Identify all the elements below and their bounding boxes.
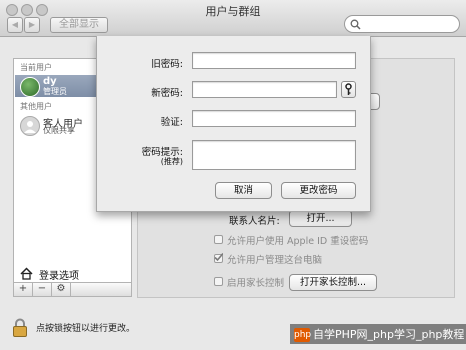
search-icon — [350, 19, 361, 30]
open-contact-card-button[interactable]: 打开... — [289, 210, 352, 227]
section-header-current-users: 当前用户 — [20, 63, 52, 72]
open-parental-controls-button[interactable]: 打开家长控制... — [289, 274, 377, 291]
user-role: 管理员 — [43, 87, 67, 96]
reset-with-appleid-label: 允许用户使用 Apple ID 重设密码 — [227, 236, 369, 247]
new-password-field[interactable] — [192, 81, 337, 98]
password-assistant-button[interactable] — [341, 81, 356, 98]
user-role: 仅限共享 — [43, 126, 75, 135]
allow-admin-label: 允许用户管理这台电脑 — [227, 255, 323, 266]
show-all-button[interactable]: 全部显示 — [50, 17, 108, 33]
old-password-label: 旧密码: — [151, 59, 183, 70]
new-password-label: 新密码: — [151, 88, 183, 99]
change-password-button[interactable]: 更改密码 — [281, 182, 356, 199]
cancel-button[interactable]: 取消 — [215, 182, 272, 199]
lock-icon[interactable] — [12, 318, 28, 338]
guest-avatar-icon — [20, 116, 40, 136]
parental-controls-label: 启用家长控制 — [227, 278, 285, 289]
lock-hint-text: 点按锁按钮以进行更改。 — [36, 324, 136, 334]
old-password-field[interactable] — [192, 52, 356, 69]
reset-with-appleid-checkbox[interactable] — [214, 235, 223, 244]
user-avatar — [20, 77, 40, 97]
contact-card-label: 联系人名片: — [229, 216, 280, 227]
login-options-label: 登录选项 — [39, 271, 79, 282]
home-icon — [20, 267, 33, 280]
allow-admin-checkbox[interactable] — [214, 253, 223, 263]
password-hint-field[interactable] — [192, 140, 356, 170]
parental-controls-checkbox[interactable] — [214, 277, 223, 286]
gear-icon[interactable]: ⚙ — [52, 283, 71, 296]
back-button[interactable]: ◀ — [7, 17, 23, 33]
verify-password-field[interactable] — [192, 110, 356, 127]
section-header-other-users: 其他用户 — [20, 102, 52, 111]
remove-user-button[interactable]: − — [33, 283, 52, 296]
change-password-sheet: 旧密码: 新密码: 验证: 密码提示: (推荐) 取消 更改密码 — [96, 36, 371, 212]
forward-arrow-icon: ▶ — [28, 20, 36, 29]
watermark-logo: php — [294, 328, 312, 342]
key-icon — [345, 83, 352, 95]
checkmark-icon — [214, 253, 223, 262]
forward-button[interactable]: ▶ — [24, 17, 40, 33]
add-user-button[interactable]: + — [14, 283, 33, 296]
login-options-item[interactable]: 登录选项 — [15, 265, 130, 282]
search-field[interactable] — [344, 15, 460, 33]
site-watermark: php 自学PHP网_php学习_php教程 — [290, 324, 466, 344]
sidebar-button-bar: + − ⚙ — [13, 283, 132, 297]
password-hint-sublabel: (推荐) — [160, 157, 183, 166]
watermark-text: 自学PHP网_php学习_php教程 — [313, 328, 465, 341]
verify-label: 验证: — [160, 117, 183, 128]
back-arrow-icon: ◀ — [11, 20, 19, 29]
